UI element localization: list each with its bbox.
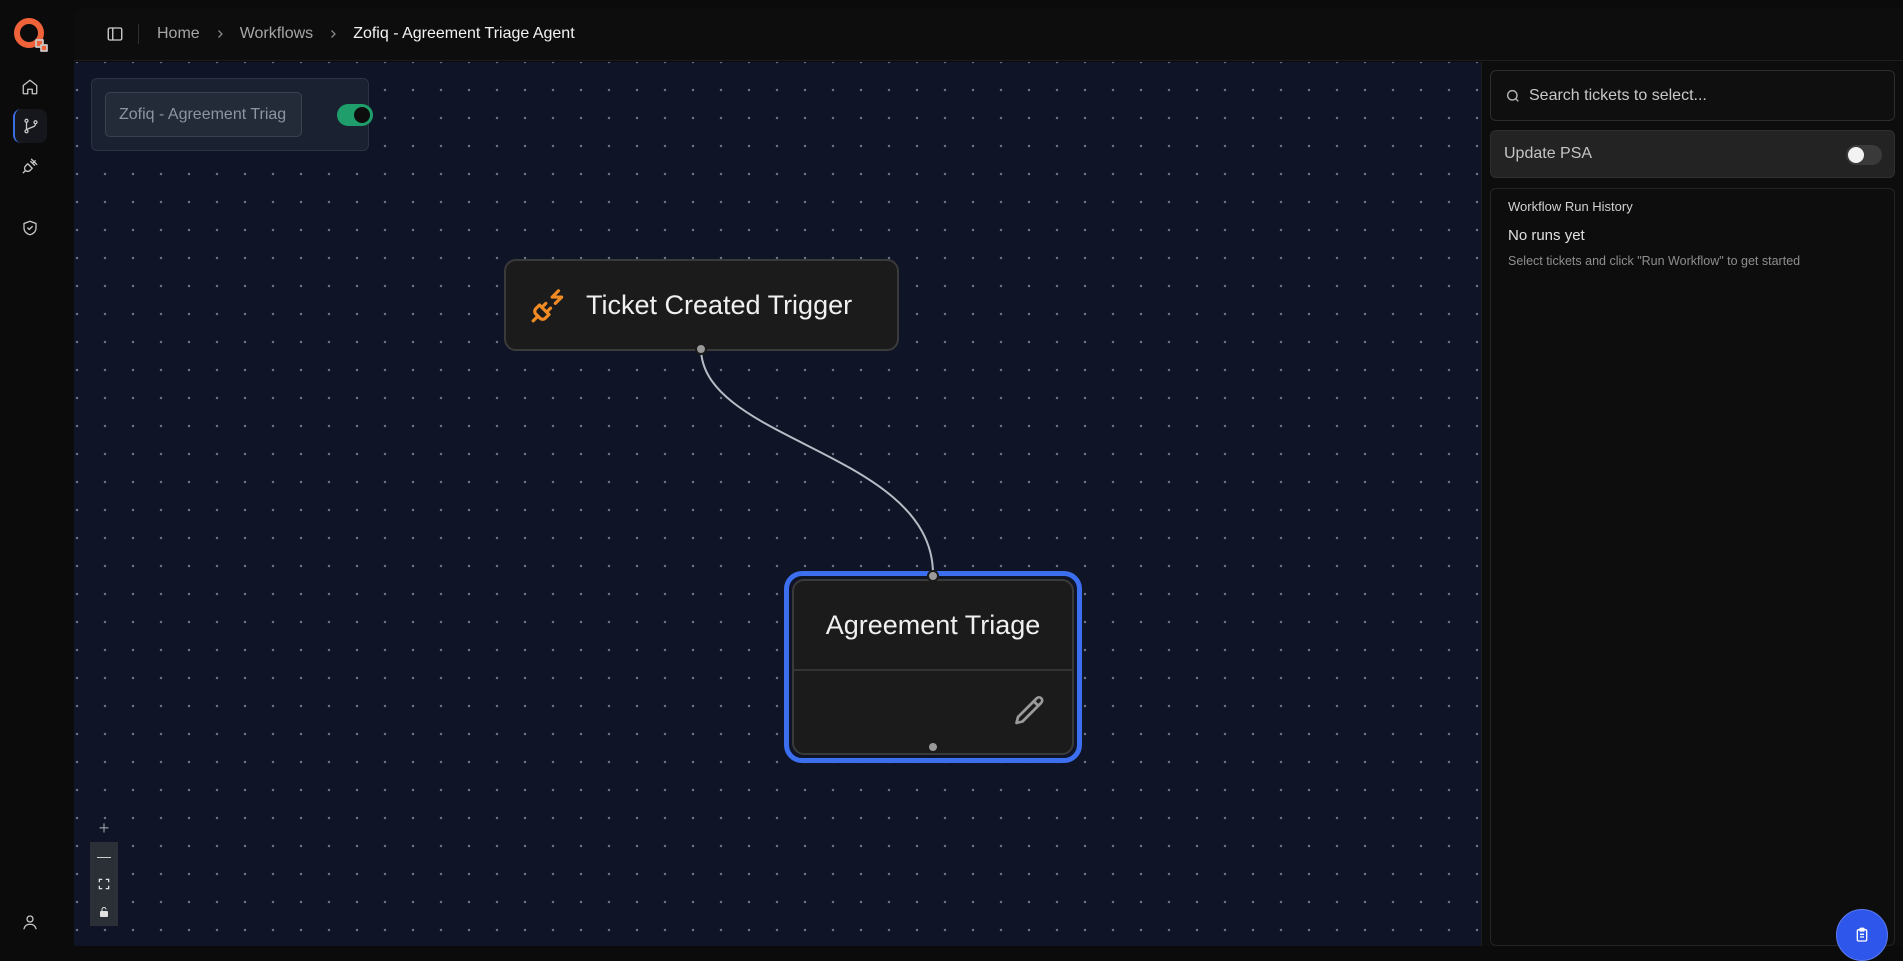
ticket-search-input[interactable] [1529,86,1869,105]
action-node-title: Agreement Triage [794,581,1072,671]
update-psa-toggle[interactable] [1846,145,1882,165]
fit-view-button[interactable] [90,870,118,898]
app-logo[interactable] [12,16,50,54]
user-icon [23,915,37,930]
zoom-out-button[interactable]: — [90,842,118,870]
right-panel: Update PSA Workflow Run History No runs … [1481,62,1903,961]
search-icon [1506,89,1519,102]
no-runs-text: No runs yet [1508,227,1585,244]
nav-integrations[interactable] [13,149,47,183]
action-node[interactable]: Agreement Triage [792,579,1074,755]
workflow-canvas[interactable]: Zofiq - Agreement Triag Ticket Created T… [74,62,1554,946]
shield-check-icon [23,220,37,236]
run-history-title: Workflow Run History [1508,199,1633,214]
chevron-right-icon [214,28,226,40]
action-input-handle[interactable] [927,570,939,582]
breadcrumb-workflows[interactable]: Workflows [240,25,314,43]
breadcrumb-home[interactable]: Home [157,25,200,43]
nav-security[interactable] [13,211,47,245]
plug-zap-icon [531,289,564,323]
lock-icon [100,907,108,917]
plug-icon [22,158,38,174]
update-psa-row: Update PSA [1490,130,1895,178]
nav-home[interactable] [13,70,47,104]
clipboard-action-button[interactable] [1836,909,1888,961]
breadcrumb: Home Workflows Zofiq - Agreement Triage … [157,25,575,43]
update-psa-label: Update PSA [1504,145,1593,162]
divider [138,24,139,44]
workflow-enabled-toggle[interactable] [337,104,373,126]
sidebar-toggle-button[interactable] [104,23,126,45]
run-hint-text: Select tickets and click "Run Workflow" … [1508,254,1801,268]
action-node-selected[interactable]: Agreement Triage [784,571,1082,763]
fullscreen-icon [98,878,110,890]
zoom-in-button[interactable]: + [90,814,118,842]
clipboard-icon [1856,927,1868,942]
home-icon [22,79,38,95]
workflow-name-panel: Zofiq - Agreement Triag [91,78,373,151]
breadcrumb-current: Zofiq - Agreement Triage Agent [353,25,575,42]
lock-button[interactable] [90,898,118,926]
action-output-handle[interactable] [927,741,939,753]
zoom-controls: + — [90,814,118,926]
trigger-node[interactable]: Ticket Created Trigger [504,259,899,351]
chevron-right-icon [327,28,339,40]
nav-workflows[interactable] [13,109,47,143]
workflow-name-input[interactable]: Zofiq - Agreement Triag [105,92,302,137]
git-branch-icon [24,118,38,134]
trigger-output-handle[interactable] [695,343,707,355]
top-bar: Home Workflows Zofiq - Agreement Triage … [74,8,1903,61]
nav-user[interactable] [13,905,47,939]
run-history-panel: Workflow Run History No runs yet Select … [1490,188,1895,961]
sidebar-icon [107,27,123,41]
edge-connector [700,347,935,576]
trigger-node-title: Ticket Created Trigger [586,289,853,320]
left-rail [0,0,60,956]
pencil-icon[interactable] [1012,693,1048,729]
ticket-search[interactable] [1490,70,1895,121]
